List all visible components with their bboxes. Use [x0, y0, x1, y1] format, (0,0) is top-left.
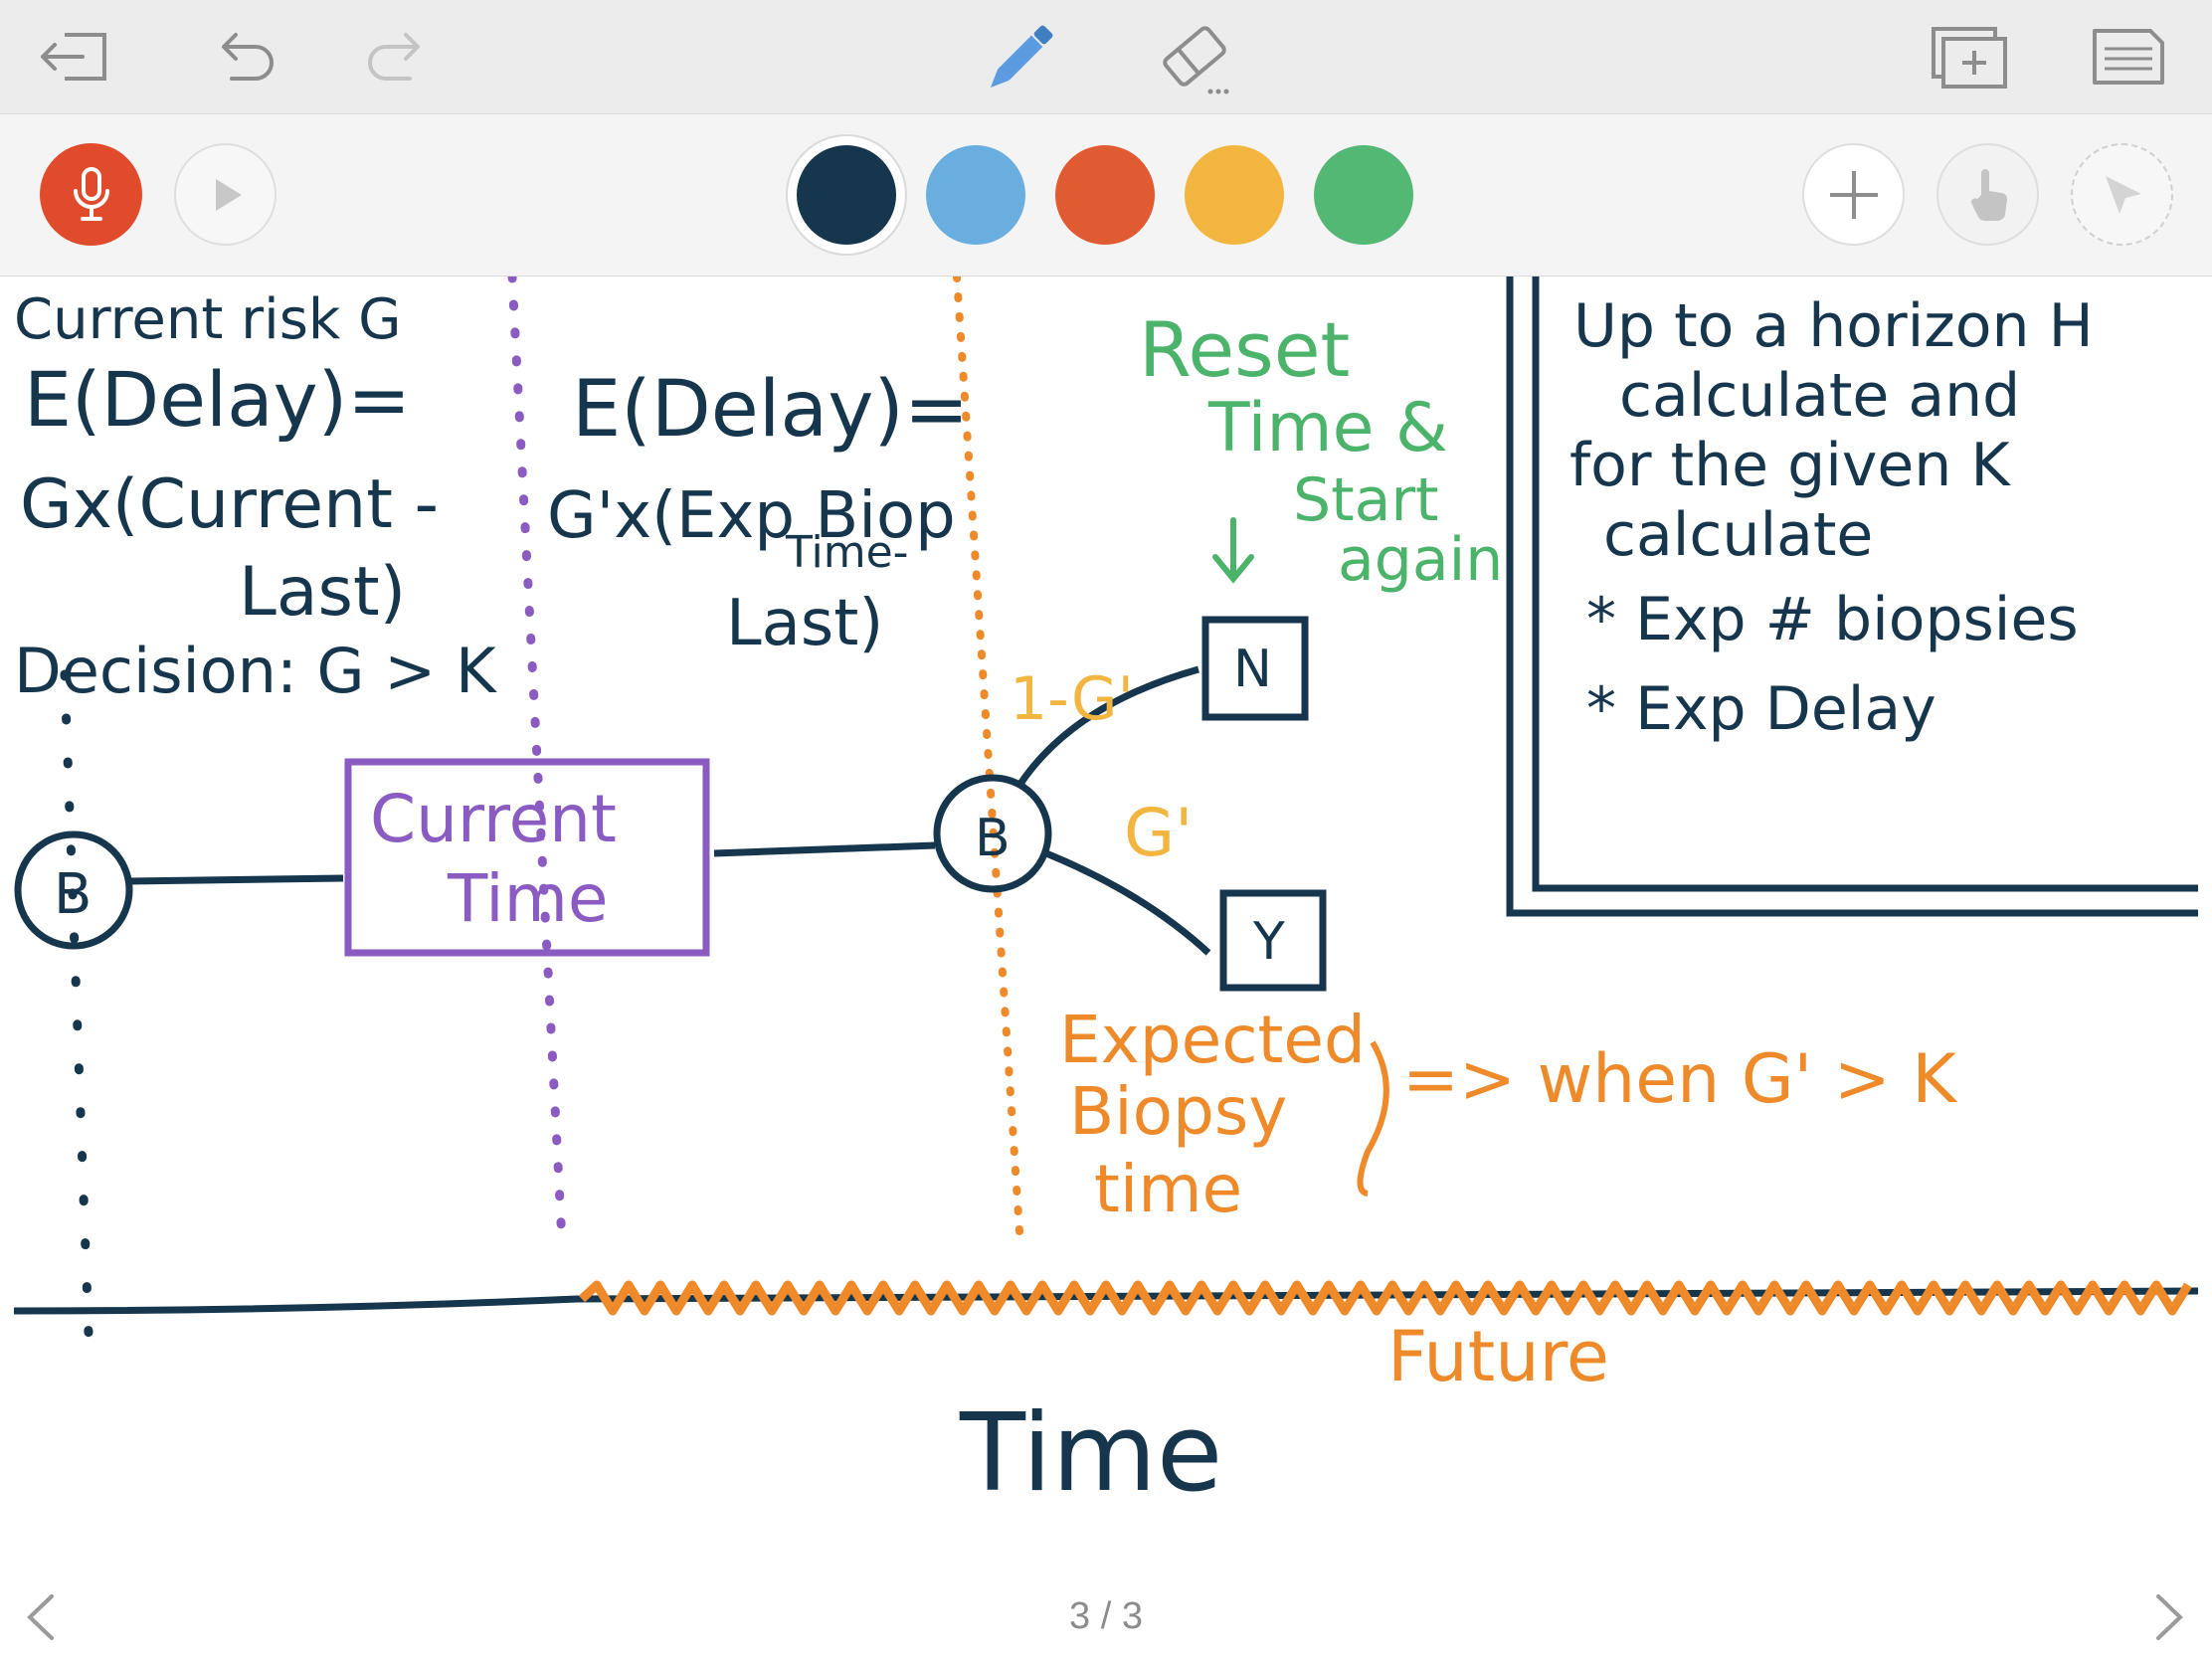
chevron-left-icon: [27, 1594, 54, 1640]
current-time-label-1: Current: [370, 781, 617, 857]
drawing-canvas[interactable]: Current risk G E(Delay)= Gx(Current - La…: [0, 272, 2212, 1540]
redo-button[interactable]: [353, 22, 443, 92]
plus-icon: [1829, 170, 1878, 219]
note-current-risk: Current risk G: [14, 287, 402, 352]
laser-pointer-button[interactable]: [2071, 143, 2173, 246]
note-calc-and: calculate and: [1619, 361, 2020, 431]
color-swatch-blue[interactable]: [926, 145, 1025, 245]
note-biopsy: Biopsy: [1069, 1073, 1287, 1150]
exit-icon: [41, 33, 106, 81]
note-e-delay-left: E(Delay)=: [24, 355, 411, 444]
top-toolbar: [0, 0, 2212, 114]
pages-icon: [2093, 29, 2164, 85]
link-b-to-current: [128, 874, 344, 885]
note-again: again: [1338, 525, 1503, 595]
note-gx-current: Gx(Current -: [20, 465, 439, 544]
eraser-tool-button[interactable]: [1144, 18, 1243, 101]
redo-icon: [368, 33, 420, 81]
exit-button[interactable]: [30, 22, 119, 92]
undo-icon: [222, 33, 274, 81]
current-time-label-2: Time: [447, 860, 609, 937]
play-icon: [215, 178, 242, 211]
sketch-layer: Current risk G E(Delay)= Gx(Current - La…: [13, 272, 2199, 1516]
next-page-button[interactable]: [2138, 1587, 2198, 1647]
branch-upper-label: 1-G': [1010, 664, 1134, 734]
green-down-arrow: [1212, 517, 1254, 584]
note-time-mid: Time-: [785, 527, 909, 578]
undo-button[interactable]: [199, 22, 288, 92]
note-decision: Decision: G > K: [14, 635, 497, 707]
time-axis-label: Time: [959, 1391, 1222, 1516]
add-page-icon: [1932, 27, 2007, 89]
orange-dotted-line: [953, 273, 1023, 1235]
add-button[interactable]: [1802, 143, 1905, 246]
chevron-right-icon: [2156, 1594, 2183, 1640]
laser-pointer-icon: [2105, 175, 2141, 214]
pen-tool-button[interactable]: [970, 14, 1069, 103]
note-for-given-k: for the given K: [1569, 431, 2011, 500]
microphone-icon: [73, 166, 109, 221]
note-expected: Expected: [1059, 1002, 1366, 1078]
hand-pointer-button[interactable]: [1936, 143, 2039, 246]
note-exp-delay: * Exp Delay: [1586, 674, 1936, 744]
tools-toolbar: [0, 114, 2212, 276]
color-swatch-dark-navy[interactable]: [797, 145, 896, 245]
prev-page-button[interactable]: [12, 1587, 72, 1647]
page-indicator: 3 / 3: [1069, 1595, 1143, 1637]
node-n-label: N: [1233, 640, 1272, 699]
record-button[interactable]: [40, 143, 142, 246]
note-last-left: Last): [239, 553, 406, 632]
note-when: => when G' > K: [1402, 1040, 1958, 1119]
note-horizon: Up to a horizon H: [1573, 291, 2094, 361]
note-time-orange: time: [1094, 1151, 1242, 1227]
node-b-left-label: B: [54, 862, 92, 927]
hand-pointer-icon: [1970, 168, 2007, 221]
note-time-and: Time &: [1207, 389, 1448, 467]
note-exp-biopsies: * Exp # biopsies: [1586, 585, 2079, 654]
color-swatch-green[interactable]: [1314, 145, 1413, 245]
note-e-delay-mid: E(Delay)=: [572, 365, 969, 455]
note-calculate: calculate: [1603, 500, 1873, 570]
add-page-button[interactable]: [1925, 20, 2014, 95]
note-last-mid: Last): [726, 587, 883, 660]
pen-icon: [991, 25, 1053, 88]
color-swatch-yellow[interactable]: [1185, 145, 1284, 245]
navy-dotted-line: [60, 669, 94, 1366]
link-current-to-b: [713, 841, 936, 857]
footer-bar: 3 / 3: [0, 1540, 2212, 1659]
node-y-label: Y: [1252, 912, 1285, 972]
play-button[interactable]: [174, 143, 276, 246]
eraser-icon: [1163, 26, 1229, 94]
node-b-mid-label: B: [975, 809, 1011, 868]
future-label: Future: [1387, 1316, 1609, 1397]
note-reset: Reset: [1139, 305, 1350, 394]
branch-lower-label: G': [1124, 795, 1193, 871]
pages-button[interactable]: [2084, 20, 2173, 95]
color-swatch-orange[interactable]: [1055, 145, 1155, 245]
